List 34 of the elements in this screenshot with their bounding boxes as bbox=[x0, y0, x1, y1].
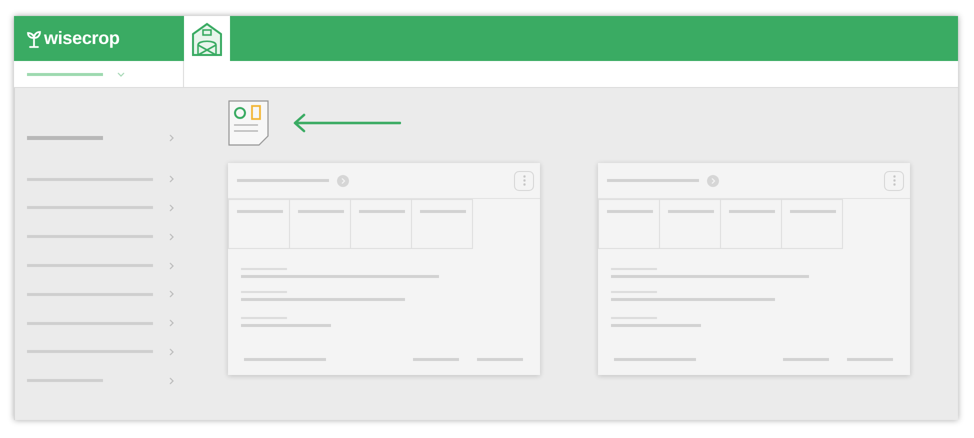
placeholder-line bbox=[237, 210, 283, 213]
barn-icon bbox=[190, 20, 224, 56]
chevron-icon bbox=[169, 232, 174, 241]
more-button[interactable] bbox=[514, 170, 534, 190]
farm-tab[interactable] bbox=[184, 16, 230, 61]
chevron-icon bbox=[169, 348, 174, 356]
chevron-down-icon bbox=[117, 72, 125, 76]
arrow-icon bbox=[293, 112, 401, 132]
chevron-icon bbox=[169, 204, 174, 212]
placeholder-line bbox=[477, 358, 523, 361]
placeholder-line bbox=[359, 210, 405, 213]
placeholder-line bbox=[607, 210, 653, 213]
kebab-menu-icon bbox=[892, 175, 896, 186]
more-button[interactable] bbox=[884, 170, 904, 190]
chevron-icon bbox=[169, 134, 174, 142]
placeholder-line bbox=[420, 210, 466, 213]
placeholder-line bbox=[783, 358, 829, 361]
placeholder-line bbox=[413, 358, 459, 361]
placeholder-line bbox=[668, 210, 714, 213]
logo-text: wisecrop bbox=[44, 27, 120, 50]
chevron-icon bbox=[169, 175, 174, 184]
chevron-circle-icon bbox=[337, 174, 349, 186]
chevron-circle-icon bbox=[707, 174, 719, 186]
placeholder-line bbox=[729, 210, 775, 213]
report-icon bbox=[228, 100, 269, 146]
placeholder-line bbox=[298, 210, 344, 213]
chevron-icon bbox=[169, 376, 174, 385]
kebab-menu-icon bbox=[522, 175, 526, 186]
chevron-icon bbox=[169, 319, 174, 328]
placeholder-line bbox=[847, 358, 893, 361]
placeholder-line bbox=[790, 210, 836, 213]
chevron-icon bbox=[169, 290, 174, 298]
sprout-icon bbox=[26, 30, 42, 48]
chevron-icon bbox=[169, 262, 174, 270]
